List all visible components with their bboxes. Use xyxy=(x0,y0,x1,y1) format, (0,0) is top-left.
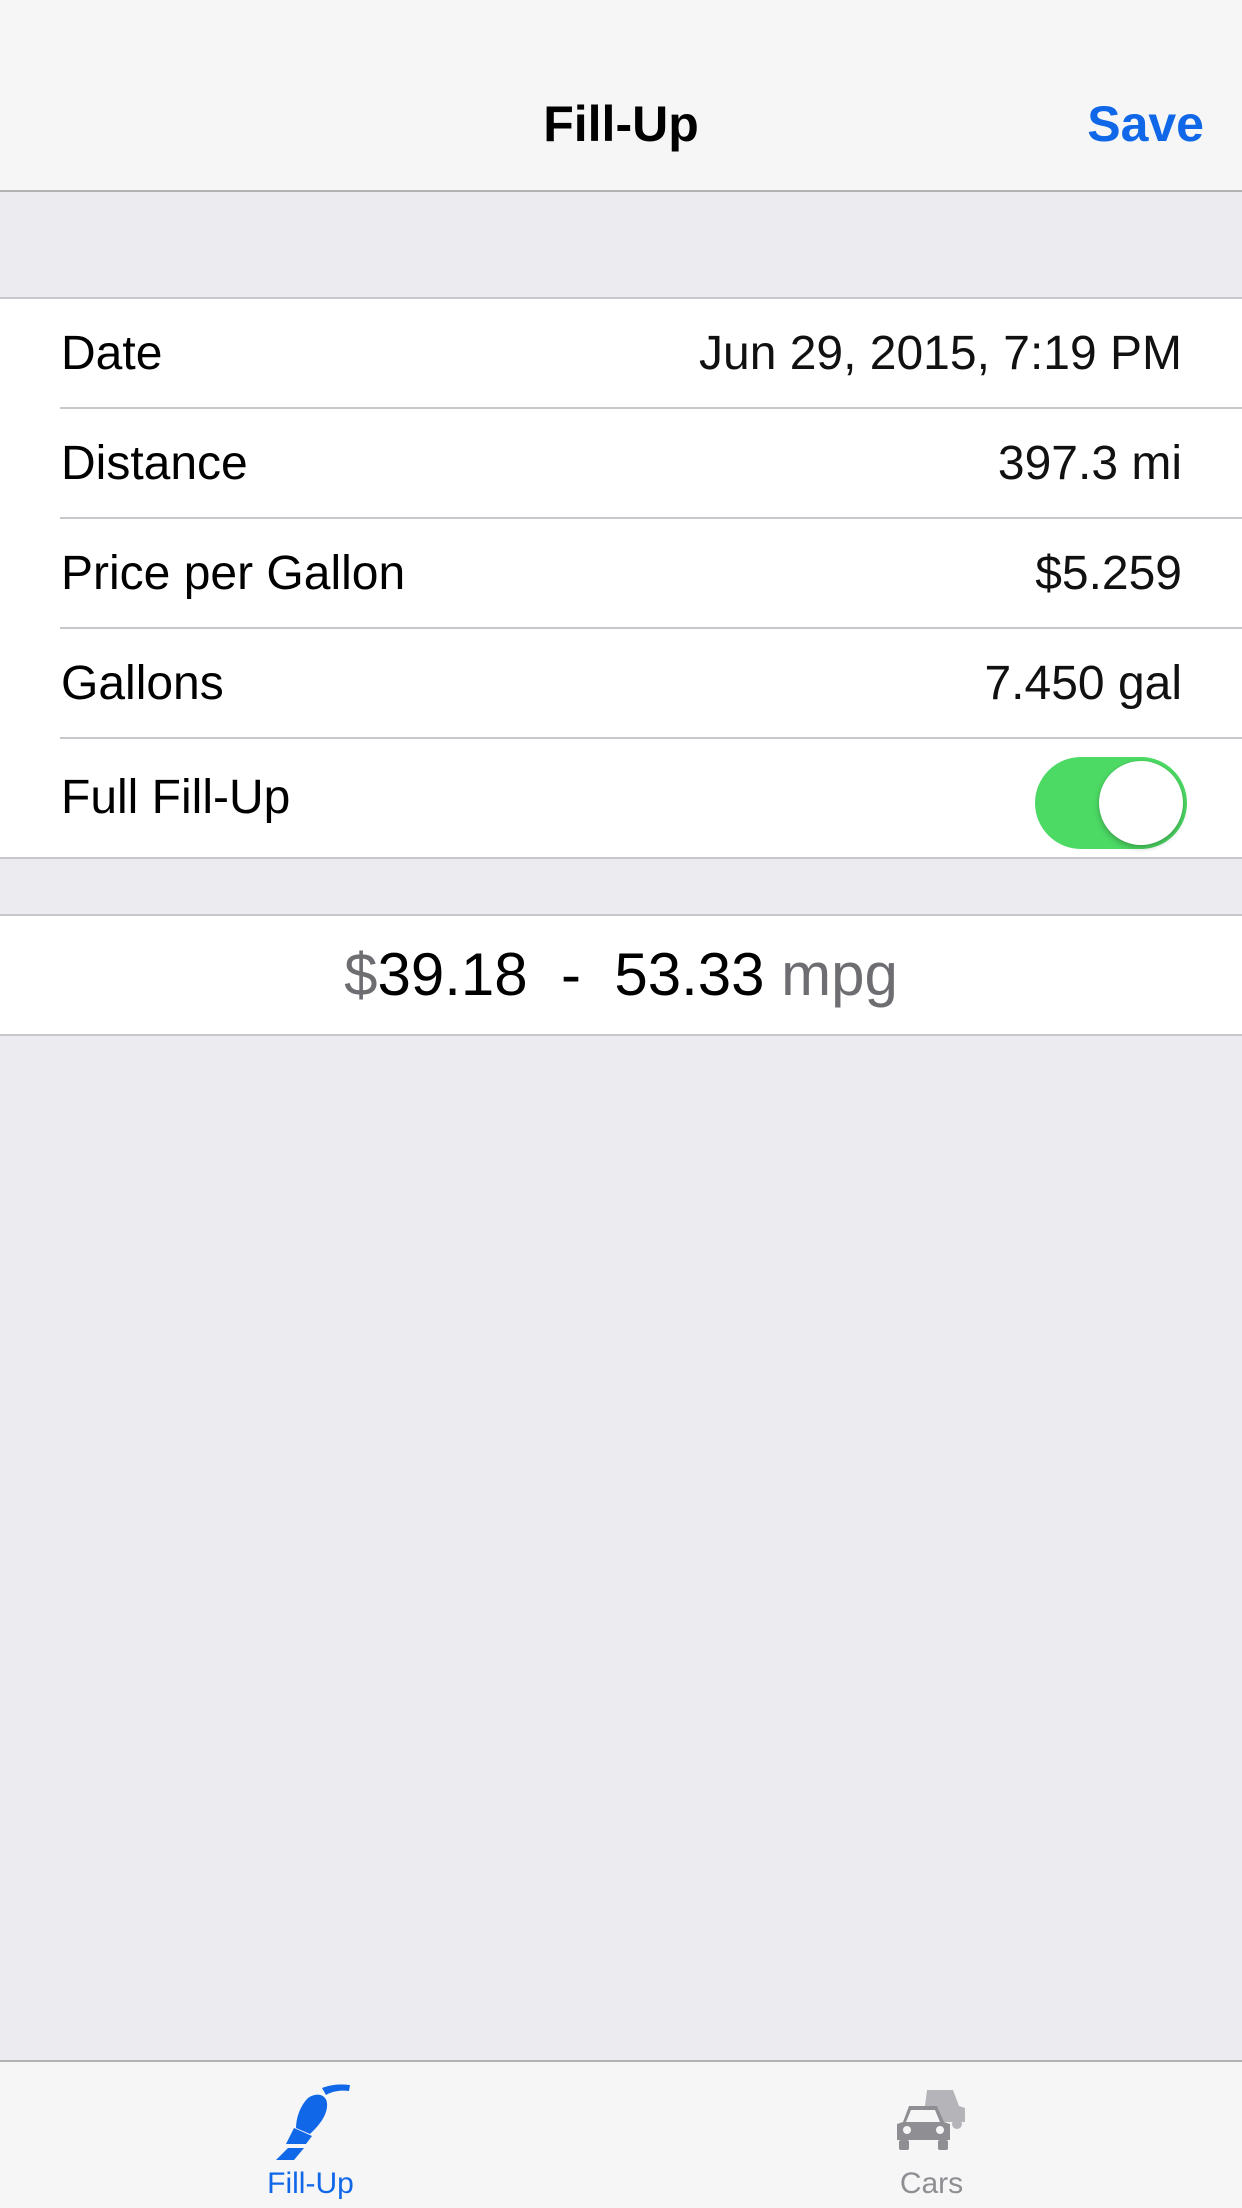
mpg-unit: mpg xyxy=(781,941,898,1008)
price-per-gallon-row[interactable]: Price per Gallon $5.259 xyxy=(0,519,1242,629)
tab-fill-up[interactable]: Fill-Up xyxy=(0,2062,621,2208)
tab-label-fill-up: Fill-Up xyxy=(267,2167,354,2200)
distance-row[interactable]: Distance 397.3 mi xyxy=(0,409,1242,519)
currency-symbol: $ xyxy=(344,941,378,1008)
price-per-gallon-value[interactable]: $5.259 xyxy=(1035,519,1182,629)
gallons-label: Gallons xyxy=(61,657,224,710)
total-cost: 39.18 xyxy=(377,941,528,1008)
mpg-value: 53.33 xyxy=(614,941,765,1008)
full-fillup-toggle[interactable] xyxy=(1035,757,1187,849)
distance-value[interactable]: 397.3 mi xyxy=(998,409,1182,519)
date-row[interactable]: Date Jun 29, 2015, 7:19 PM xyxy=(0,299,1242,409)
fuel-nozzle-icon xyxy=(266,2082,356,2167)
gallons-row[interactable]: Gallons 7.450 gal xyxy=(0,629,1242,739)
summary-separator: - xyxy=(561,941,581,1008)
date-label: Date xyxy=(61,327,163,380)
date-value[interactable]: Jun 29, 2015, 7:19 PM xyxy=(699,299,1182,409)
page-title: Fill-Up xyxy=(543,96,699,152)
distance-label: Distance xyxy=(61,437,248,490)
full-fillup-label: Full Fill-Up xyxy=(61,771,291,824)
toggle-knob xyxy=(1099,761,1183,845)
tab-label-cars: Cars xyxy=(899,2167,964,2200)
fillup-form: Date Jun 29, 2015, 7:19 PM Distance 397.… xyxy=(0,297,1242,859)
cars-icon xyxy=(887,2082,977,2167)
full-fillup-row: Full Fill-Up xyxy=(0,739,1242,857)
tab-cars[interactable]: Cars xyxy=(621,2062,1242,2208)
fillup-summary: $39.18 - 53.33 mpg xyxy=(0,914,1242,1036)
navigation-bar: Fill-Up Save xyxy=(0,0,1242,192)
save-button[interactable]: Save xyxy=(1087,94,1204,154)
price-per-gallon-label: Price per Gallon xyxy=(61,547,406,600)
gallons-value[interactable]: 7.450 gal xyxy=(984,629,1182,739)
tab-bar: Fill-Up Cars xyxy=(0,2060,1242,2208)
